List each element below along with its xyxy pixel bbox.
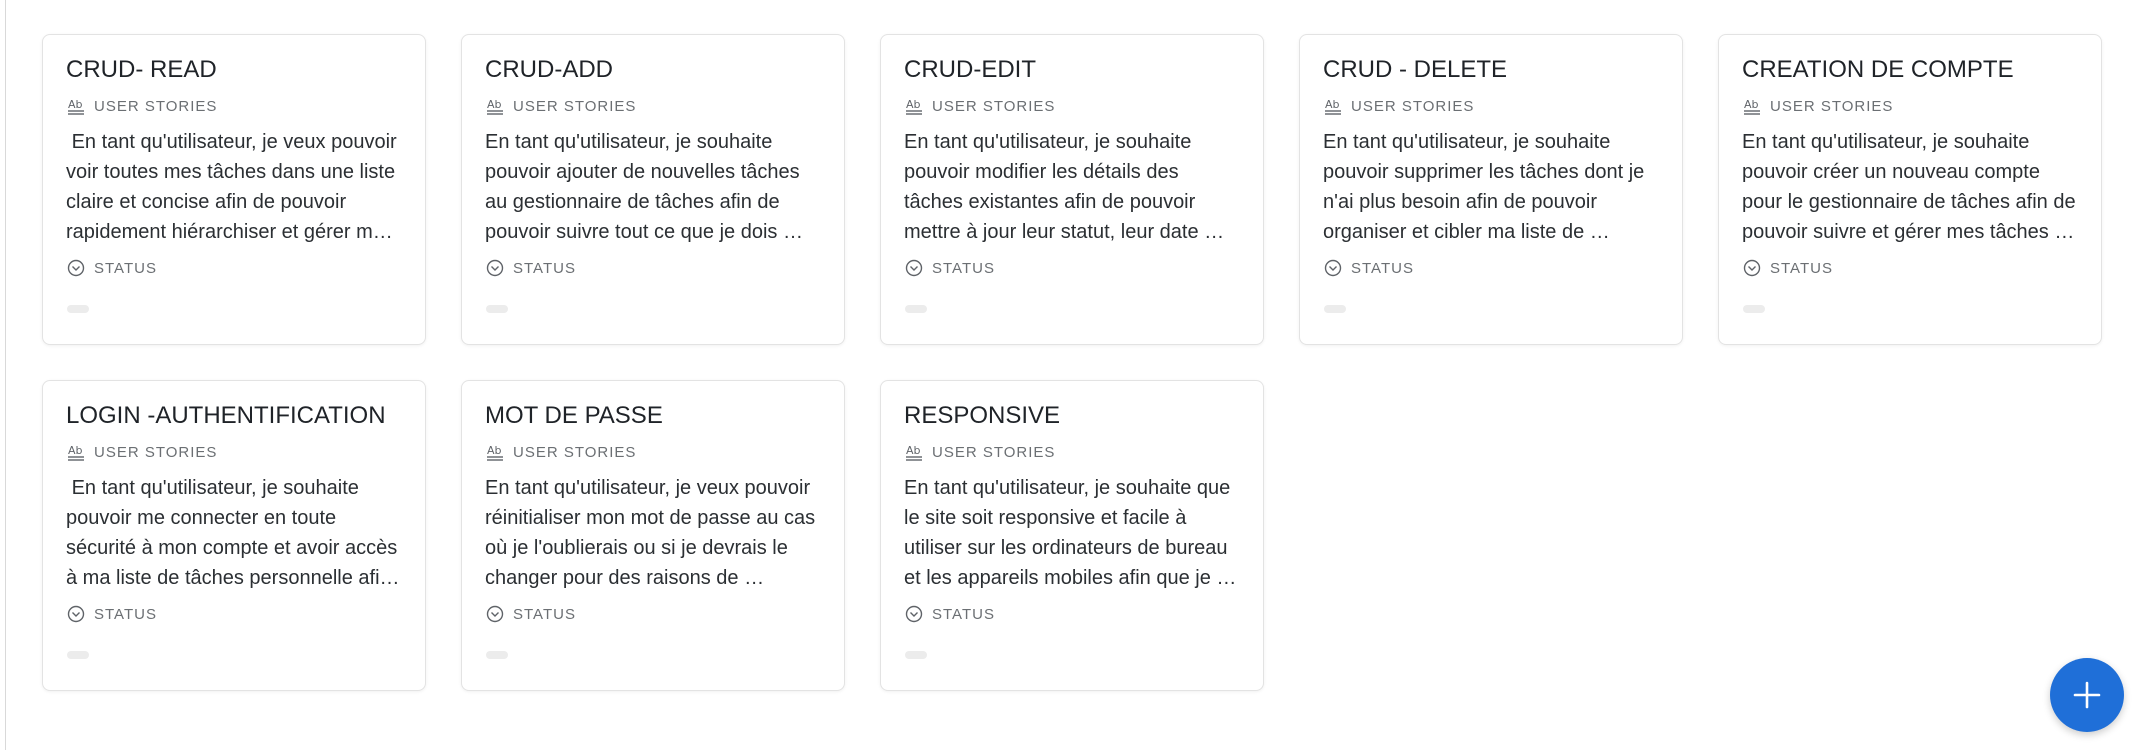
- card-board: CRUD- READ Ab USER STORIES En tant qu'ut…: [42, 34, 2102, 691]
- card-description: En tant qu'utilisateur, je veux pouvoir …: [485, 477, 816, 589]
- svg-text:Ab: Ab: [906, 444, 921, 457]
- property-type: Ab USER STORIES: [66, 441, 402, 463]
- card-description: En tant qu'utilisateur, je souhaite pouv…: [1323, 131, 1645, 243]
- property-type: Ab USER STORIES: [1323, 95, 1659, 117]
- user-story-card[interactable]: LOGIN -AUTHENTIFICATION Ab USER STORIES …: [42, 380, 426, 691]
- property-label-type: USER STORIES: [1351, 97, 1475, 115]
- svg-text:Ab: Ab: [68, 444, 83, 457]
- card-title: MOT DE PASSE: [485, 402, 663, 429]
- status-value-empty: [1743, 305, 1765, 313]
- text-format-icon: Ab: [904, 442, 924, 462]
- card-description: En tant qu'utilisateur, je souhaite que …: [904, 477, 1237, 589]
- card-title: RESPONSIVE: [904, 402, 1061, 429]
- user-story-card[interactable]: CRUD - DELETE Ab USER STORIES En tant qu…: [1299, 34, 1683, 345]
- property-label-status: STATUS: [513, 259, 576, 277]
- text-format-icon: Ab: [485, 96, 505, 116]
- property-label-type: USER STORIES: [94, 97, 218, 115]
- card-description: En tant qu'utilisateur, je souhaite pouv…: [66, 477, 398, 589]
- svg-text:Ab: Ab: [1744, 98, 1759, 111]
- status-circle-chevron-icon: [904, 604, 924, 624]
- card-title: LOGIN -AUTHENTIFICATION: [66, 402, 386, 429]
- svg-text:Ab: Ab: [487, 98, 502, 111]
- user-story-card[interactable]: CRUD- READ Ab USER STORIES En tant qu'ut…: [42, 34, 426, 345]
- property-status: STATUS: [66, 257, 402, 279]
- text-format-icon: Ab: [66, 442, 86, 462]
- card-description: En tant qu'utilisateur, je souhaite pouv…: [904, 131, 1199, 243]
- property-label-type: USER STORIES: [932, 443, 1056, 461]
- card-description: En tant qu'utilisateur, je veux pouvoir …: [66, 131, 397, 243]
- property-label-status: STATUS: [932, 259, 995, 277]
- property-status: STATUS: [1323, 257, 1659, 279]
- text-format-icon: Ab: [1323, 96, 1343, 116]
- status-value-empty: [905, 651, 927, 659]
- status-circle-chevron-icon: [485, 258, 505, 278]
- text-format-icon: Ab: [66, 96, 86, 116]
- property-label-status: STATUS: [94, 259, 157, 277]
- svg-text:Ab: Ab: [1325, 98, 1340, 111]
- property-status: STATUS: [485, 257, 821, 279]
- card-title: CRUD-EDIT: [904, 56, 1036, 83]
- property-type: Ab USER STORIES: [1742, 95, 2078, 117]
- property-type: Ab USER STORIES: [485, 441, 821, 463]
- card-title: CRUD - DELETE: [1323, 56, 1508, 83]
- property-status: STATUS: [904, 603, 1240, 625]
- status-circle-chevron-icon: [1323, 258, 1343, 278]
- status-circle-chevron-icon: [485, 604, 505, 624]
- card-title: CRUD-ADD: [485, 56, 613, 83]
- status-value-empty: [67, 651, 89, 659]
- svg-text:Ab: Ab: [68, 98, 83, 111]
- user-story-card[interactable]: CRUD-ADD Ab USER STORIES En tant qu'util…: [461, 34, 845, 345]
- property-label-status: STATUS: [932, 605, 995, 623]
- left-divider: [5, 0, 6, 750]
- text-format-icon: Ab: [904, 96, 924, 116]
- property-label-type: USER STORIES: [1770, 97, 1894, 115]
- property-label-type: USER STORIES: [94, 443, 218, 461]
- status-value-empty: [67, 305, 89, 313]
- plus-icon: [2072, 680, 2102, 710]
- status-value-empty: [486, 651, 508, 659]
- status-value-empty: [905, 305, 927, 313]
- svg-text:Ab: Ab: [906, 98, 921, 111]
- card-description: En tant qu'utilisateur, je souhaite pouv…: [485, 131, 806, 243]
- property-type: Ab USER STORIES: [485, 95, 821, 117]
- property-label-status: STATUS: [1770, 259, 1833, 277]
- svg-text:Ab: Ab: [487, 444, 502, 457]
- text-format-icon: Ab: [485, 442, 505, 462]
- card-title: CRUD- READ: [66, 56, 217, 83]
- status-circle-chevron-icon: [66, 604, 86, 624]
- property-status: STATUS: [66, 603, 402, 625]
- user-story-card[interactable]: RESPONSIVE Ab USER STORIES En tant qu'ut…: [880, 380, 1264, 691]
- user-story-card[interactable]: CRUD-EDIT Ab USER STORIES En tant qu'uti…: [880, 34, 1264, 345]
- card-description: En tant qu'utilisateur, je souhaite pouv…: [1742, 131, 2076, 243]
- property-status: STATUS: [485, 603, 821, 625]
- property-label-status: STATUS: [513, 605, 576, 623]
- status-value-empty: [486, 305, 508, 313]
- property-label-status: STATUS: [1351, 259, 1414, 277]
- property-status: STATUS: [904, 257, 1240, 279]
- property-type: Ab USER STORIES: [904, 95, 1240, 117]
- add-card-button[interactable]: [2050, 658, 2124, 732]
- user-story-card[interactable]: CREATION DE COMPTE Ab USER STORIES En ta…: [1718, 34, 2102, 345]
- property-label-type: USER STORIES: [513, 443, 637, 461]
- user-story-card[interactable]: MOT DE PASSE Ab USER STORIES En tant qu'…: [461, 380, 845, 691]
- property-label-type: USER STORIES: [513, 97, 637, 115]
- status-circle-chevron-icon: [1742, 258, 1762, 278]
- status-circle-chevron-icon: [904, 258, 924, 278]
- property-label-type: USER STORIES: [932, 97, 1056, 115]
- property-type: Ab USER STORIES: [904, 441, 1240, 463]
- status-value-empty: [1324, 305, 1346, 313]
- card-title: CREATION DE COMPTE: [1742, 56, 2014, 83]
- text-format-icon: Ab: [1742, 96, 1762, 116]
- property-status: STATUS: [1742, 257, 2078, 279]
- status-circle-chevron-icon: [66, 258, 86, 278]
- property-type: Ab USER STORIES: [66, 95, 402, 117]
- property-label-status: STATUS: [94, 605, 157, 623]
